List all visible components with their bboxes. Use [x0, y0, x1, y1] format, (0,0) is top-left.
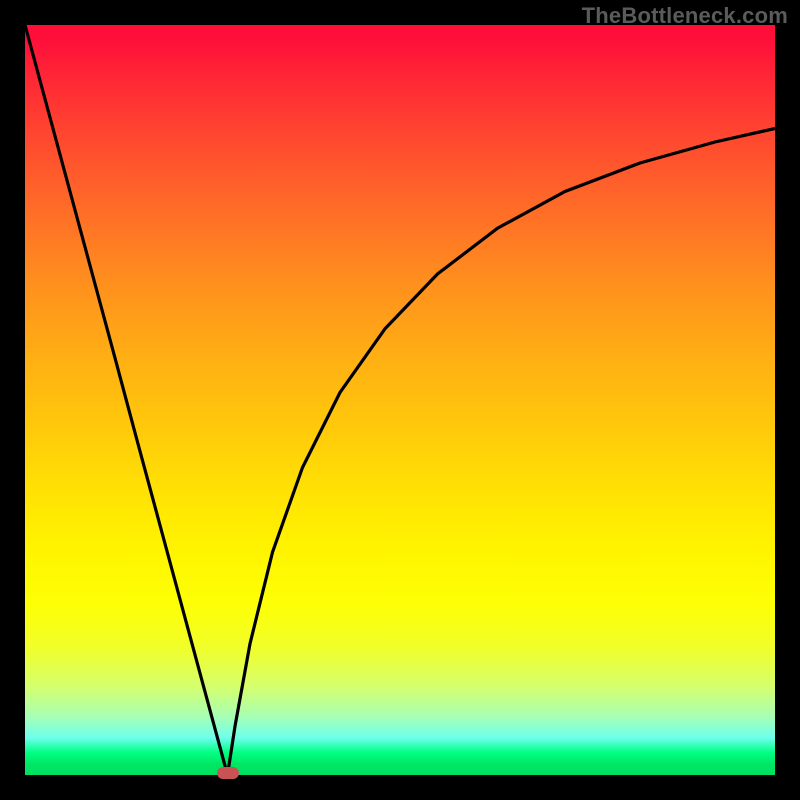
optimal-marker	[217, 767, 239, 779]
plot-area	[25, 25, 775, 775]
bottleneck-curve	[25, 25, 775, 775]
chart-frame: TheBottleneck.com	[0, 0, 800, 800]
curve-svg	[25, 25, 775, 775]
watermark-text: TheBottleneck.com	[582, 3, 788, 29]
